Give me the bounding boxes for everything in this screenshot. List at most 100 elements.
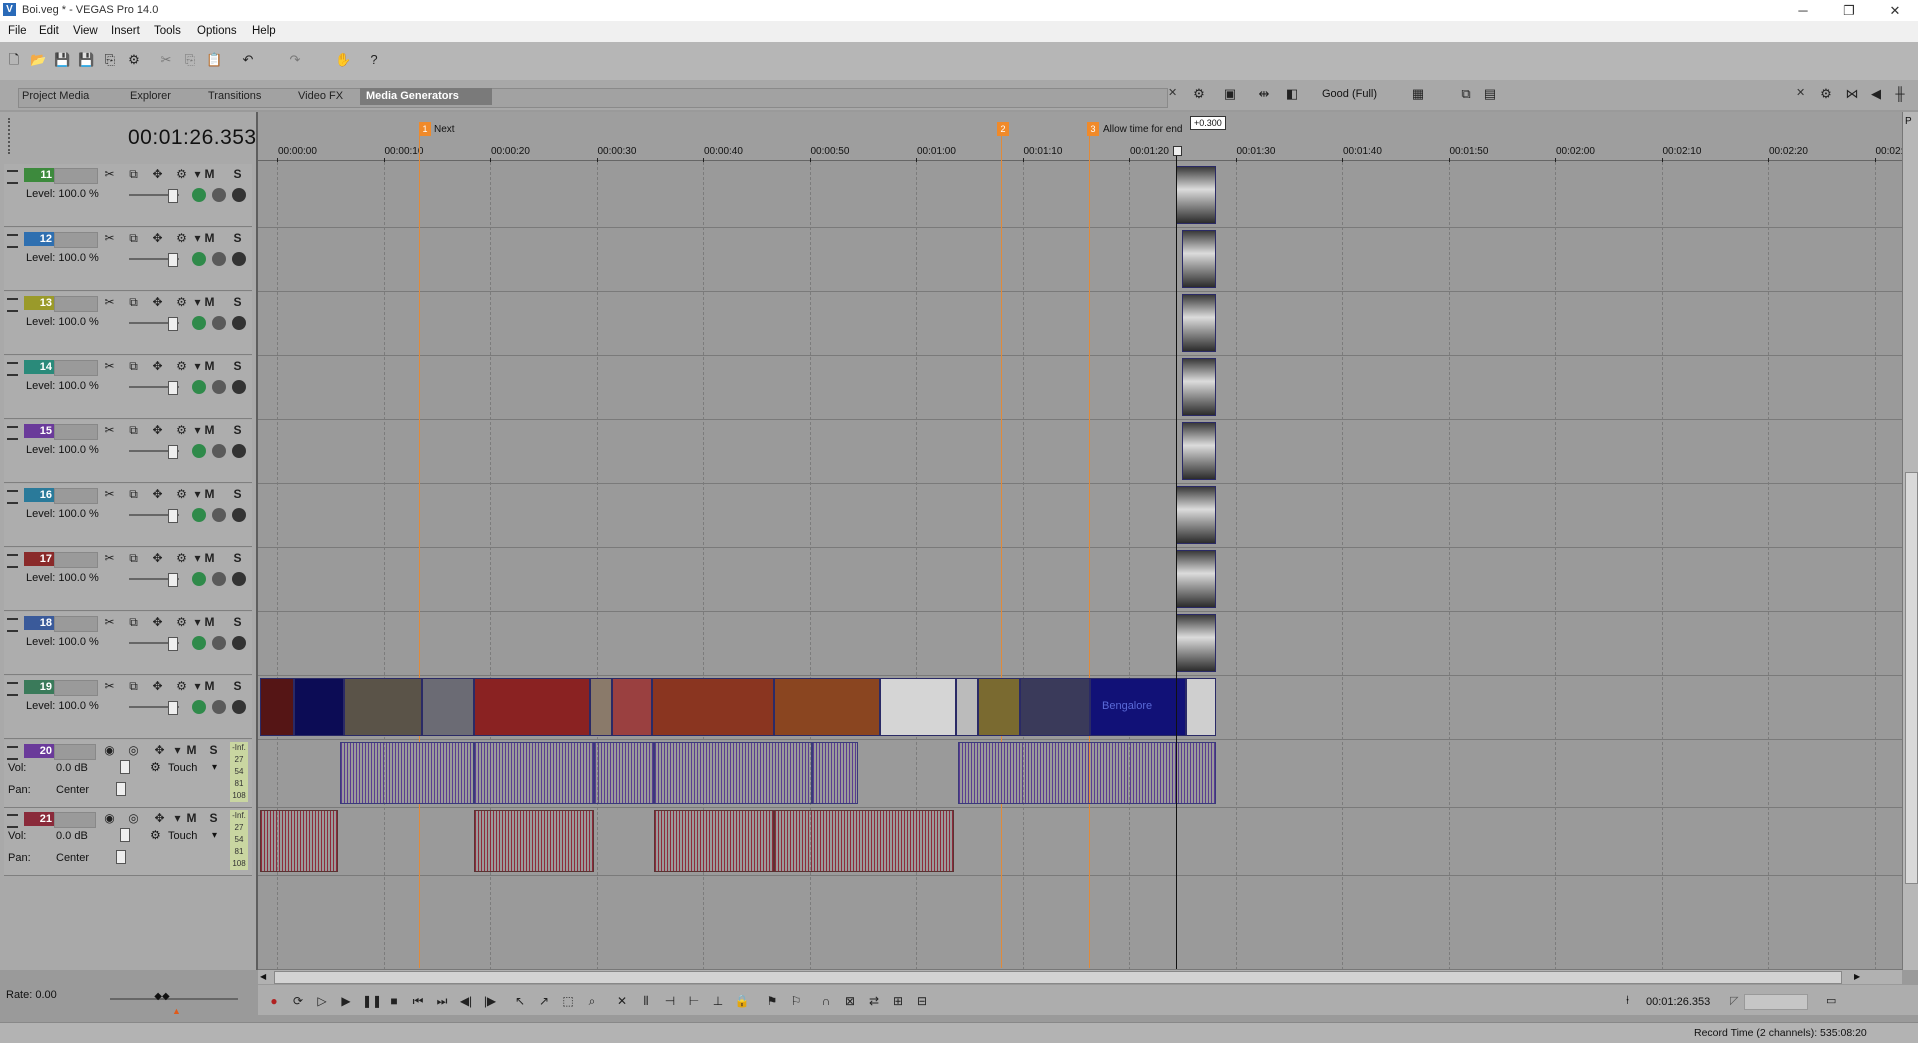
solo-button[interactable]: S xyxy=(230,487,245,502)
dropdown-icon[interactable]: ▾ xyxy=(170,743,185,758)
playhead-cursor[interactable] xyxy=(1176,150,1177,970)
make-compositing-child-icon[interactable] xyxy=(232,188,246,202)
video-clip[interactable] xyxy=(1182,358,1216,416)
save-as-icon[interactable]: 💾 xyxy=(78,52,94,68)
horizontal-scroll-thumb[interactable] xyxy=(274,971,1842,984)
delete-icon[interactable]: ✕ xyxy=(614,993,630,1009)
video-clip[interactable] xyxy=(1020,678,1090,736)
mixer-settings-icon[interactable]: ⚙ xyxy=(1818,86,1834,102)
mixer-faders-icon[interactable]: ╫ xyxy=(1892,86,1908,102)
overlays-icon[interactable]: ▦ xyxy=(1410,86,1426,102)
track-grip-icon[interactable] xyxy=(7,814,18,828)
bypass-fx-icon[interactable]: ✂ xyxy=(102,231,117,246)
selection-tool-icon[interactable]: ⬚ xyxy=(560,993,576,1009)
video-clip[interactable] xyxy=(1186,678,1216,736)
track-grip-icon[interactable] xyxy=(7,618,18,632)
track-fx-icon[interactable]: ⚙ xyxy=(174,231,189,246)
composite-mode-icon[interactable] xyxy=(192,700,206,714)
composite-mode-icon[interactable] xyxy=(192,636,206,650)
compositing-icon[interactable]: ⧉ xyxy=(126,551,141,566)
audio-clip[interactable] xyxy=(654,810,774,872)
menu-edit[interactable]: Edit xyxy=(39,25,59,37)
rate-slider-track[interactable] xyxy=(110,998,238,1000)
track-fx-icon[interactable]: ⚙ xyxy=(174,295,189,310)
solo-button[interactable]: S xyxy=(230,679,245,694)
arm-record-icon[interactable]: ◉ xyxy=(102,743,117,758)
insert-region-icon[interactable]: ⚐ xyxy=(788,993,804,1009)
parent-mode-icon[interactable] xyxy=(212,508,226,522)
track-fx-icon[interactable]: ⚙ xyxy=(174,615,189,630)
marker-3[interactable]: 3 xyxy=(1087,122,1099,136)
audio-clip[interactable] xyxy=(474,742,594,804)
selection-length-field[interactable] xyxy=(1744,994,1808,1010)
composite-mode-icon[interactable] xyxy=(192,444,206,458)
video-track-header[interactable]: 17 ✂ ⧉ ✥ ⚙ ▾ M S Level: 100.0 % xyxy=(4,548,252,611)
automation-gear-icon[interactable]: ⚙ xyxy=(150,760,164,774)
motion-icon[interactable]: ✥ xyxy=(150,615,165,630)
go-to-start-icon[interactable]: ⏮ xyxy=(410,993,426,1009)
motion-icon[interactable]: ✥ xyxy=(150,423,165,438)
tab-transitions[interactable]: Transitions xyxy=(202,88,267,105)
go-to-end-icon[interactable]: ⏭ xyxy=(434,993,450,1009)
video-track-row[interactable] xyxy=(258,484,1902,548)
solo-button[interactable]: S xyxy=(230,167,245,182)
composite-mode-icon[interactable] xyxy=(192,572,206,586)
level-slider-knob[interactable] xyxy=(168,317,178,331)
audio-clip[interactable] xyxy=(260,810,338,872)
level-slider-knob[interactable] xyxy=(168,253,178,267)
mute-button[interactable]: M xyxy=(202,679,217,694)
compositing-icon[interactable]: ⧉ xyxy=(126,615,141,630)
video-track-header[interactable]: 13 ✂ ⧉ ✥ ⚙ ▾ M S Level: 100.0 % xyxy=(4,292,252,355)
track-name-field[interactable] xyxy=(54,168,98,184)
bypass-fx-icon[interactable]: ✂ xyxy=(102,167,117,182)
solo-button[interactable]: S xyxy=(230,615,245,630)
marker-1[interactable]: 1 xyxy=(419,122,431,136)
lock-icon[interactable]: 🔒 xyxy=(734,993,750,1009)
audio-clip[interactable] xyxy=(654,742,812,804)
track-grip-icon[interactable] xyxy=(7,362,18,376)
automation-mode[interactable]: Touch xyxy=(168,830,197,842)
track-fx-icon[interactable]: ⚙ xyxy=(174,423,189,438)
track-grip-icon[interactable] xyxy=(7,426,18,440)
split-icon[interactable]: ⊥ xyxy=(710,993,726,1009)
cut-icon[interactable]: ✂ xyxy=(158,52,174,68)
mute-button[interactable]: M xyxy=(202,423,217,438)
parent-mode-icon[interactable] xyxy=(212,444,226,458)
previous-frame-icon[interactable]: ◀| xyxy=(458,993,474,1009)
compositing-icon[interactable]: ⧉ xyxy=(126,423,141,438)
audio-track-header[interactable]: 21 ◉ ◎ ✥ ▾ M S Vol: 0.0 dB ⚙ Touch ▾ Pan: Center -Inf.… xyxy=(4,808,252,876)
video-clip[interactable] xyxy=(1176,166,1216,224)
video-clip[interactable] xyxy=(1182,422,1216,480)
solo-button[interactable]: S xyxy=(230,231,245,246)
track-grip-icon[interactable] xyxy=(7,490,18,504)
level-slider-knob[interactable] xyxy=(168,701,178,715)
parent-mode-icon[interactable] xyxy=(212,316,226,330)
menu-tools[interactable]: Tools xyxy=(154,25,181,37)
automation-dropdown-icon[interactable]: ▾ xyxy=(212,762,217,773)
video-track-header[interactable]: 18 ✂ ⧉ ✥ ⚙ ▾ M S Level: 100.0 % xyxy=(4,612,252,675)
audio-clip[interactable] xyxy=(958,742,1216,804)
composite-mode-icon[interactable] xyxy=(192,316,206,330)
mute-button[interactable]: M xyxy=(202,551,217,566)
pane-grip[interactable] xyxy=(8,118,14,154)
video-clip[interactable] xyxy=(260,678,294,736)
track-fx-icon[interactable]: ◎ xyxy=(126,743,141,758)
close-pane-icon-2[interactable]: ✕ xyxy=(1796,86,1808,106)
play-icon[interactable]: ▶ xyxy=(338,993,354,1009)
make-compositing-child-icon[interactable] xyxy=(232,444,246,458)
compositing-icon[interactable]: ⧉ xyxy=(126,167,141,182)
track-name-field[interactable] xyxy=(54,488,98,504)
track-fx-icon[interactable]: ⚙ xyxy=(174,679,189,694)
new-icon[interactable]: 🗋 xyxy=(6,52,22,68)
mute-button[interactable]: M xyxy=(202,359,217,374)
menu-insert[interactable]: Insert xyxy=(111,25,140,37)
solo-button[interactable]: S xyxy=(230,295,245,310)
close-pane-icon[interactable]: ✕ xyxy=(1168,86,1180,106)
video-clip[interactable] xyxy=(774,678,880,736)
video-track-row[interactable] xyxy=(258,356,1902,420)
track-name-field[interactable] xyxy=(54,552,98,568)
video-track-header[interactable]: 15 ✂ ⧉ ✥ ⚙ ▾ M S Level: 100.0 % xyxy=(4,420,252,483)
audio-clip[interactable] xyxy=(474,810,594,872)
audio-clip[interactable] xyxy=(594,742,654,804)
track-name-field[interactable] xyxy=(54,616,98,632)
